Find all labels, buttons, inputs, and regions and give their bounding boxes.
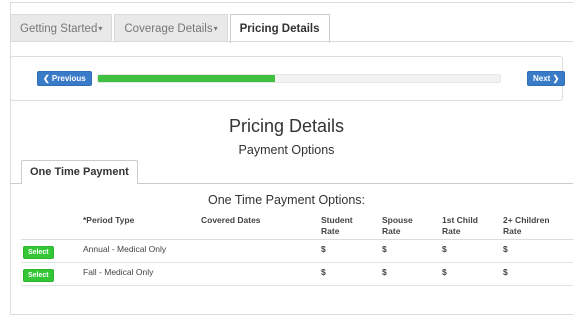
tab-label: Getting Started [20,23,98,35]
child1-rate-cell: $ [442,267,447,277]
table-row: Select Fall - Medical Only $ $ $ $ [21,263,573,286]
child2-rate-cell: $ [503,244,508,254]
tab-one-time-payment[interactable]: One Time Payment [21,160,138,184]
tab-label: Coverage Details [124,23,213,35]
header-line: Rate [382,226,401,236]
period-type-cell: Fall - Medical Only [83,267,154,277]
select-button[interactable]: Select [23,269,54,282]
progress-panel: ❮ Previous Next ❯ [10,56,566,101]
header-line: Student [321,215,353,225]
rates-table: *Period Type Covered Dates Student Rate … [21,212,573,286]
student-rate-cell: $ [321,244,326,254]
header-line: Rate [442,226,461,236]
select-button[interactable]: Select [23,246,54,259]
spouse-rate-cell: $ [382,244,387,254]
options-title: One Time Payment Options: [207,193,365,207]
caret-down-icon: ▾ [213,24,218,33]
header-line: 1st Child [442,215,478,225]
period-type-cell: Annual - Medical Only [83,244,167,254]
table-header: *Period Type Covered Dates Student Rate … [21,212,573,240]
header-line: Rate [503,226,522,236]
table-row: Select Annual - Medical Only $ $ $ $ [21,240,573,263]
header-period-type: *Period Type [83,215,135,225]
header-student-rate: Student Rate [321,215,353,237]
page-subtitle: Payment Options [238,143,335,157]
child2-rate-cell: $ [503,267,508,277]
student-rate-cell: $ [321,267,326,277]
child1-rate-cell: $ [442,244,447,254]
header-line: Spouse [382,215,413,225]
header-line: 2+ Children [503,215,550,225]
header-line: Rate [321,226,340,236]
header-spouse-rate: Spouse Rate [382,215,413,237]
progress-bar [97,74,501,83]
spouse-rate-cell: $ [382,267,387,277]
tab-label: Pricing Details [239,23,320,35]
wizard-tabs: Getting Started▾ Coverage Details▾ Prici… [10,14,332,43]
tabs-divider [10,41,573,42]
page-title: Pricing Details [228,116,345,136]
header-1st-child-rate: 1st Child Rate [442,215,478,237]
caret-down-icon: ▾ [98,24,103,33]
previous-button[interactable]: ❮ Previous [37,71,92,86]
tab-pricing-details[interactable]: Pricing Details [229,14,330,43]
header-2plus-children-rate: 2+ Children Rate [503,215,550,237]
next-button[interactable]: Next ❯ [527,71,566,86]
progress-bar-fill [98,75,275,82]
tab-getting-started[interactable]: Getting Started▾ [10,14,113,42]
header-covered-dates: Covered Dates [201,215,261,225]
tab-coverage-details[interactable]: Coverage Details▾ [114,14,228,42]
